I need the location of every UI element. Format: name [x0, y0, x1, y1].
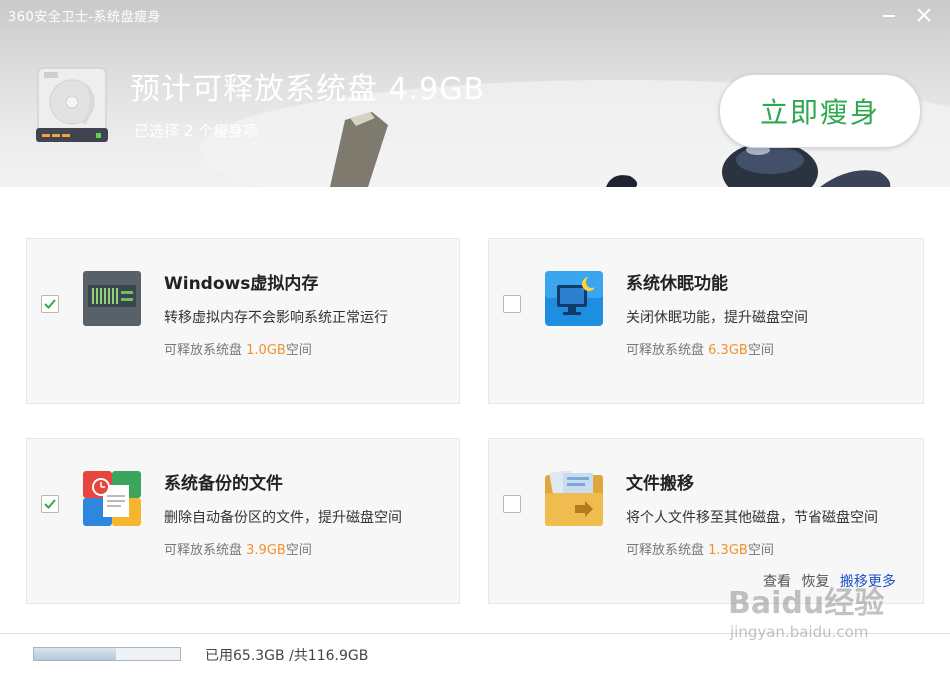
slim-now-button[interactable]: 立即瘦身: [719, 74, 921, 148]
item-title: 系统备份的文件: [164, 474, 283, 494]
close-icon: [917, 8, 931, 22]
disk-usage-fill: [34, 648, 116, 660]
item-card-system-backup[interactable]: 系统备份的文件 删除自动备份区的文件，提升磁盘空间 可释放系统盘 3.9GB空间: [26, 438, 460, 604]
free-suffix: 空间: [747, 543, 774, 558]
item-title: 系统休眠功能: [626, 274, 728, 294]
hard-disk-icon: [36, 67, 108, 142]
minimize-button[interactable]: [880, 6, 898, 24]
item-free-space: 可释放系统盘 1.0GB空间: [164, 339, 312, 358]
item-description: 关闭休眠功能，提升磁盘空间: [626, 310, 808, 326]
free-suffix: 空间: [747, 343, 774, 358]
item-checkbox-file-move[interactable]: [503, 495, 521, 513]
free-prefix: 可释放系统盘: [626, 543, 709, 558]
item-free-space: 可释放系统盘 6.3GB空间: [626, 339, 774, 358]
free-amount: 1.0GB: [246, 343, 286, 358]
free-prefix: 可释放系统盘: [626, 343, 709, 358]
free-prefix: 可释放系统盘: [164, 343, 247, 358]
selected-count-text: 已选择 2 个瘦身项: [134, 122, 259, 140]
item-description: 删除自动备份区的文件，提升磁盘空间: [164, 510, 402, 526]
item-card-virtual-memory[interactable]: Windows虚拟内存 转移虚拟内存不会影响系统正常运行 可释放系统盘 1.0G…: [26, 238, 460, 404]
hibernate-monitor-icon: [545, 271, 603, 326]
watermark-brand: Baidu经验: [728, 586, 885, 621]
free-amount: 1.3GB: [708, 543, 748, 558]
item-description: 将个人文件移至其他磁盘，节省磁盘空间: [626, 510, 878, 526]
header-banner: 360安全卫士-系统盘瘦身 预计可释放系统盘 4.9GB 已选择 2 个瘦身项 …: [0, 0, 950, 187]
free-prefix: 可释放系统盘: [164, 543, 247, 558]
item-title: 文件搬移: [626, 474, 694, 494]
item-card-file-move[interactable]: 文件搬移 将个人文件移至其他磁盘，节省磁盘空间 可释放系统盘 1.3GB空间 查…: [488, 438, 924, 604]
item-checkbox-virtual-memory[interactable]: [41, 295, 59, 313]
checkmark-icon: [44, 299, 56, 309]
memory-chip-icon: [83, 271, 141, 326]
checkmark-icon: [44, 499, 56, 509]
free-amount: 6.3GB: [708, 343, 748, 358]
item-free-space: 可释放系统盘 1.3GB空间: [626, 539, 774, 558]
free-suffix: 空间: [285, 543, 312, 558]
item-card-hibernate[interactable]: 系统休眠功能 关闭休眠功能，提升磁盘空间 可释放系统盘 6.3GB空间: [488, 238, 924, 404]
item-description: 转移虚拟内存不会影响系统正常运行: [164, 310, 388, 326]
release-estimate-headline: 预计可释放系统盘 4.9GB: [130, 72, 486, 107]
free-amount: 3.9GB: [246, 543, 286, 558]
minimize-icon: [883, 15, 895, 17]
watermark-url: jingyan.baidu.com: [730, 623, 869, 641]
disk-usage-bar: [33, 647, 181, 661]
backup-files-icon: [83, 471, 141, 526]
item-free-space: 可释放系统盘 3.9GB空间: [164, 539, 312, 558]
file-folder-move-icon: [545, 471, 603, 526]
close-button[interactable]: [915, 6, 933, 24]
free-suffix: 空间: [285, 343, 312, 358]
item-checkbox-system-backup[interactable]: [41, 495, 59, 513]
baidu-watermark: Baidu经验 jingyan.baidu.com: [728, 586, 898, 652]
window-title: 360安全卫士-系统盘瘦身: [8, 10, 162, 25]
item-checkbox-hibernate[interactable]: [503, 295, 521, 313]
disk-usage-text: 已用65.3GB /共116.9GB: [205, 648, 369, 664]
item-title: Windows虚拟内存: [164, 274, 319, 294]
